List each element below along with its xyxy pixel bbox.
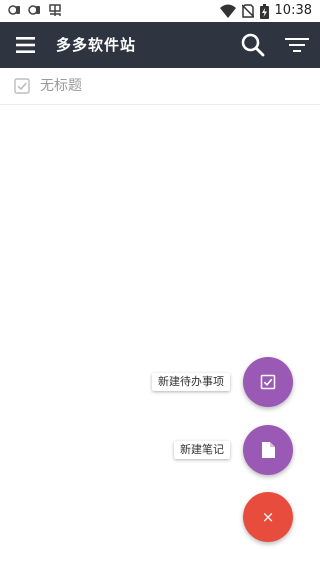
app-notification-icon	[8, 5, 20, 15]
close-menu-button[interactable]: ×	[243, 492, 293, 542]
new-note-label[interactable]: 新建笔记	[174, 441, 230, 459]
new-todo-label[interactable]: 新建待办事项	[152, 373, 230, 391]
status-notifications	[8, 3, 62, 17]
no-sim-icon	[241, 4, 254, 18]
filter-icon[interactable]	[284, 34, 310, 56]
status-time: 10:38	[274, 3, 312, 18]
bug-icon	[49, 4, 61, 16]
checkbox-checked-icon[interactable]	[14, 78, 30, 94]
app-title: 多多软件站	[56, 36, 137, 54]
search-icon[interactable]	[240, 32, 266, 58]
close-icon: ×	[261, 507, 275, 526]
app-bar: 多多软件站	[0, 22, 320, 68]
status-bar: 10:38	[0, 0, 320, 22]
list-item[interactable]: 无标题	[0, 68, 320, 105]
document-icon	[262, 442, 275, 458]
menu-icon[interactable]	[14, 34, 38, 56]
status-system: 10:38	[219, 2, 312, 20]
new-note-button[interactable]	[243, 425, 293, 475]
app-notification-icon	[28, 5, 40, 15]
new-todo-button[interactable]	[243, 357, 293, 407]
battery-icon	[259, 3, 269, 19]
list-item-title: 无标题	[40, 78, 82, 94]
checkbox-checked-icon	[260, 374, 276, 390]
wifi-icon	[219, 4, 236, 18]
